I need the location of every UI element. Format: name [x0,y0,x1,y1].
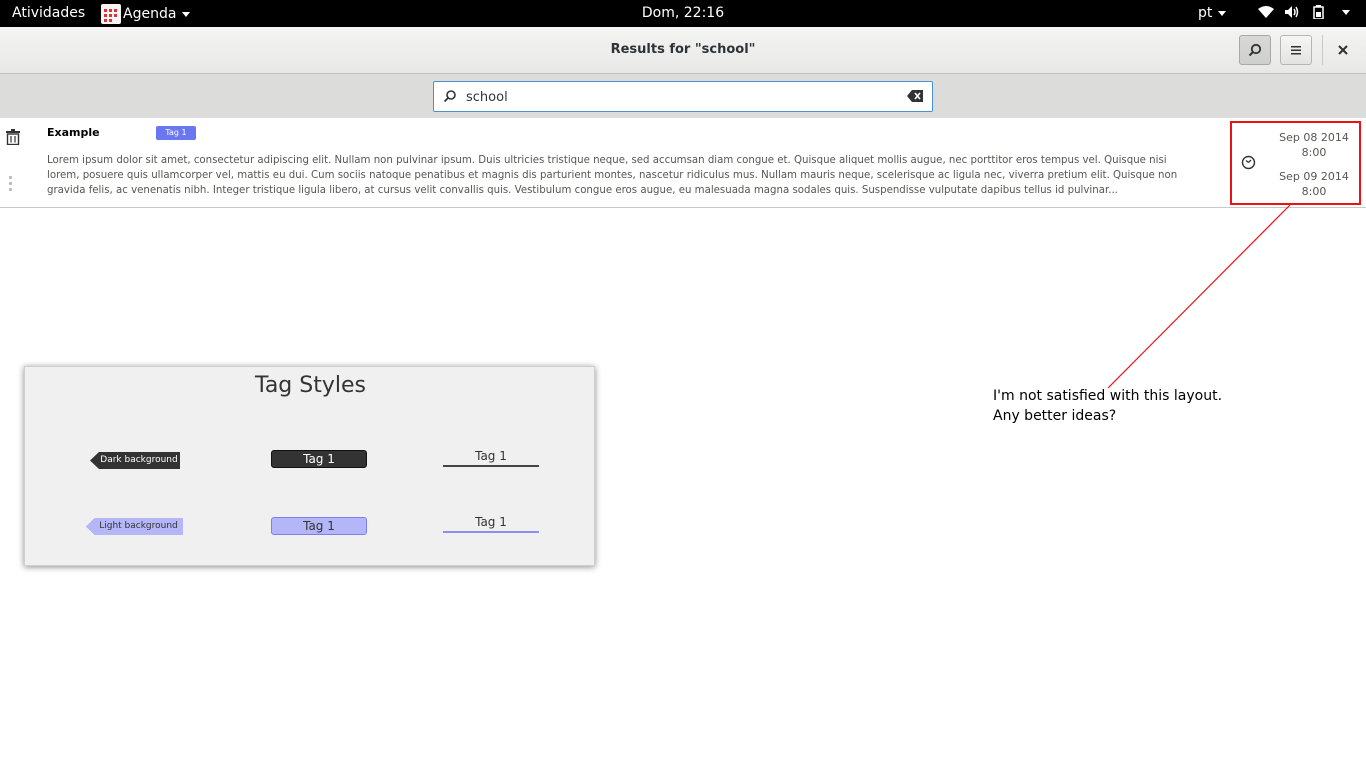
dark-underline-tag: Tag 1 [443,448,539,467]
light-underline-tag: Tag 1 [443,514,539,533]
tag-styles-title: Tag Styles [255,373,366,398]
dark-arrow-tag: Dark background [90,452,180,469]
annotation-line-2: Any better ideas? [993,408,1117,424]
light-arrow-tag: Light background [86,518,183,535]
light-box-tag: Tag 1 [271,517,367,535]
annotation-line-1: I'm not satisfied with this layout. [993,388,1223,404]
tag-styles-panel: Tag Styles Dark background Tag 1 Tag 1 L… [24,366,595,566]
annotation-note: I'm not satisfied with this layout. Any … [993,386,1222,426]
dark-box-tag: Tag 1 [271,450,367,468]
